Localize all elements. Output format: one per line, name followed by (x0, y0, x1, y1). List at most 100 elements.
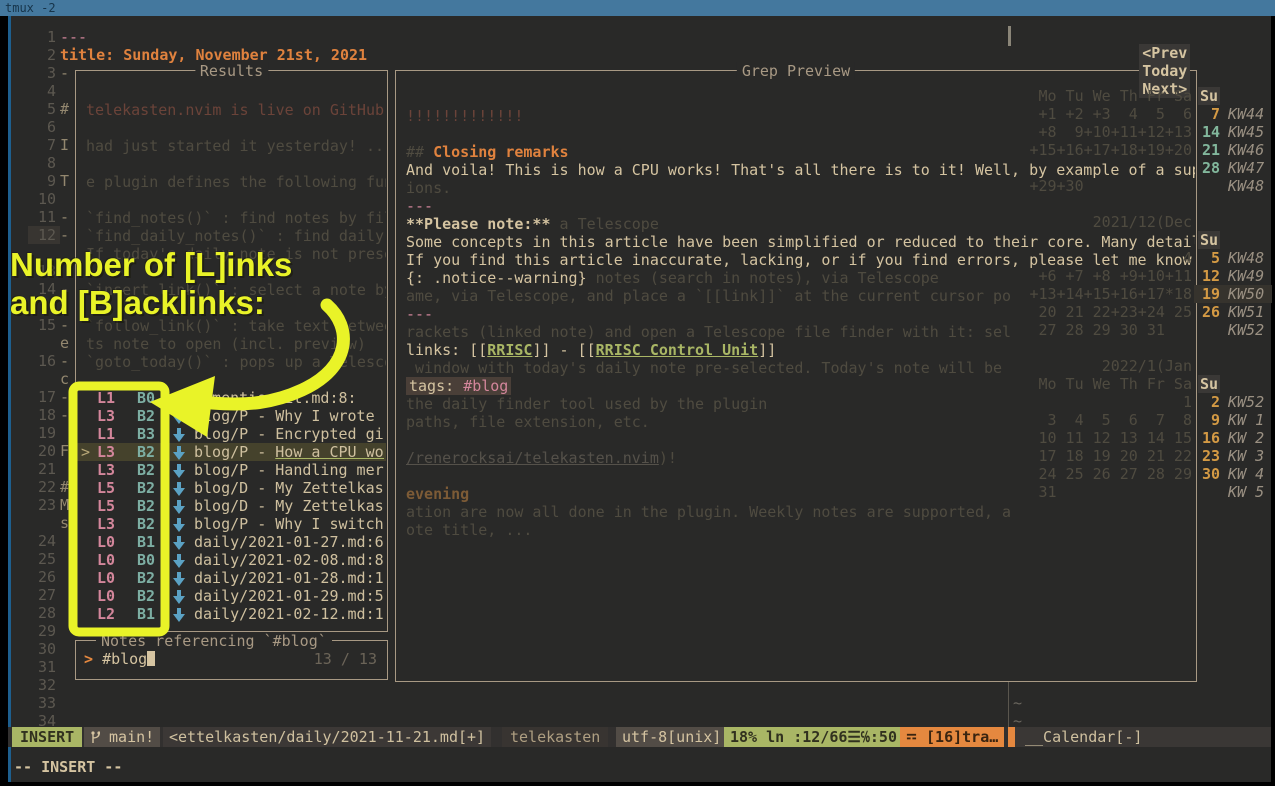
result-row[interactable]: L0B0daily/2021-02-08.md:8: (77, 551, 386, 569)
calendar-sunday-day[interactable]: 28 (1196, 159, 1220, 177)
result-path: daily/2021-01-29.md:5: (194, 587, 384, 605)
whitespace-icon (906, 728, 926, 746)
calendar-days-dim: +29+30 (1029, 177, 1192, 195)
calendar-days-dim: 31 (1029, 483, 1192, 501)
calendar-sunday-day[interactable]: 7 (1196, 105, 1220, 123)
line-number: 7 (30, 136, 56, 154)
buffer-line-frontmatter: --- (60, 28, 87, 46)
buffer-bleed-char: # (60, 478, 69, 496)
download-arrow-icon (173, 516, 185, 534)
selection-caret-icon: > (81, 443, 90, 461)
calendar-month-title: 2022/1(Jan (1102, 357, 1192, 375)
backlinks-count: B2 (137, 497, 155, 515)
backlinks-count: B1 (137, 533, 155, 551)
calendar-week-label: KW 2 (1228, 429, 1264, 447)
calendar-week-label: KW44 (1228, 105, 1264, 123)
calendar-sunday-day[interactable]: 30 (1196, 465, 1220, 483)
line-number: 31 (30, 658, 56, 676)
result-path: blog/D - My Zettelkast (194, 497, 384, 515)
preview-line: {: .notice--warning} notes (search in no… (406, 269, 939, 287)
buffer-bleed-char: s (60, 514, 69, 532)
buffer-bleed-char: I (60, 136, 69, 154)
line-number: 9 (30, 172, 56, 190)
buffer-bleed-char: - (60, 208, 69, 226)
calendar-sunday-day[interactable]: 5 (1196, 249, 1220, 267)
buffer-bleed-char: - (60, 406, 69, 424)
result-row[interactable]: L0B2daily/2021-01-29.md:5: (77, 587, 386, 605)
line-number: 4 (30, 82, 56, 100)
result-counter: 13 / 13 (314, 650, 377, 668)
result-row[interactable]: L3B2blog/P - Handling merg (77, 461, 386, 479)
position-segment: 18% ln :12/66☰℅:50 (724, 727, 903, 747)
line-number: 19 (30, 424, 56, 442)
result-row[interactable]: L3B2blog/P - Why I wrote m (77, 407, 386, 425)
result-row[interactable]: L5B2blog/D - My Zettelkast (77, 479, 386, 497)
download-arrow-icon (173, 390, 185, 408)
window-edge (8, 16, 11, 782)
backlinks-count: B2 (137, 461, 155, 479)
result-row[interactable]: L5B2blog/D - My Zettelkast (77, 497, 386, 515)
calendar-sunday-day[interactable]: 19 (1196, 285, 1220, 303)
result-row[interactable]: L1B3blog/P - Encrypted git (77, 425, 386, 443)
calendar-weekday-header: Mo Tu We Th Fr Sa (1029, 87, 1192, 105)
calendar-sunday-day[interactable]: 26 (1196, 303, 1220, 321)
search-input[interactable]: > #blog (84, 650, 155, 668)
calendar-prev-button[interactable]: <Prev (1139, 44, 1190, 62)
download-arrow-icon (173, 444, 185, 462)
calendar-sunday-day[interactable]: 9 (1196, 411, 1220, 429)
calendar-days-dim: 24 25 26 27 28 29 (1029, 465, 1192, 483)
calendar-sunday-header: Su (1198, 87, 1220, 105)
line-number: 6 (30, 118, 56, 136)
result-row[interactable]: >L3B2blog/P - How a CPU wor (77, 443, 386, 461)
preview-line: --- (406, 305, 433, 323)
backlinks-count: B1 (137, 605, 155, 623)
line-number: 26 (30, 568, 56, 586)
line-number: 22 (30, 478, 56, 496)
calendar-sunday-day[interactable]: 14 (1196, 123, 1220, 141)
prompt-title: Notes referencing `#blog` (96, 632, 332, 650)
line-number: 12 (30, 226, 56, 244)
links-count: L3 (97, 515, 115, 533)
line-number: 33 (30, 694, 56, 712)
result-row[interactable]: L1B0i mention it.md:8: (77, 389, 386, 407)
download-arrow-icon (173, 426, 185, 444)
result-row[interactable]: L0B2daily/2021-01-28.md:10 (77, 569, 386, 587)
buffer-bleed-char: - (60, 64, 69, 82)
download-arrow-icon (173, 480, 185, 498)
preview-line: ions. (406, 179, 451, 197)
calendar-days-dim: 20 21 22+23+24 25 (1029, 303, 1192, 321)
results-dim-line: If today's daily note is not prese (86, 245, 386, 263)
calendar-sunday-day[interactable]: 16 (1196, 429, 1220, 447)
buffer-bleed-char: T (60, 172, 69, 190)
result-row[interactable]: L2B1daily/2021-02-12.md:10 (77, 605, 386, 623)
buffer-bleed-char: # (60, 100, 69, 118)
calendar-sunday-day[interactable]: 2 (1196, 393, 1220, 411)
line-number: 1 (30, 28, 56, 46)
calendar-sunday-day[interactable]: 21 (1196, 141, 1220, 159)
preview-line: /renerocksai/telekasten.nvim)! (406, 449, 677, 467)
download-arrow-icon (173, 552, 185, 570)
backlinks-count: B2 (137, 407, 155, 425)
calendar-today-button[interactable]: Today (1139, 62, 1190, 80)
result-row[interactable]: L3B2blog/P - Why I switche (77, 515, 386, 533)
calendar-sunday-day[interactable]: 23 (1196, 447, 1220, 465)
backlinks-count: B2 (137, 587, 155, 605)
result-row[interactable]: L0B1daily/2021-01-27.md:6: (77, 533, 386, 551)
download-arrow-icon (173, 570, 185, 588)
download-arrow-icon (173, 408, 185, 426)
line-number: 13 (30, 262, 56, 280)
results-dim-line: `find_daily_notes()` : find daily (86, 227, 384, 245)
preview-line: rackets (linked note) and open a Telesco… (406, 323, 1011, 341)
results-dim-line: ts note to open (incl. preview) (86, 335, 366, 353)
telescope-results-panel: Results telekasten.nvim is live on GitHu… (75, 70, 388, 632)
search-query: #blog (102, 650, 147, 668)
line-number: 11 (30, 208, 56, 226)
calendar-sunday-day[interactable]: 12 (1196, 267, 1220, 285)
calendar-days-dim: 3 4 5 6 7 8 (1029, 411, 1192, 429)
preview-line: window with today's daily note pre-selec… (406, 359, 1002, 377)
terminal-screen: tmux -2 --- title: Sunday, November 21st… (0, 0, 1275, 786)
calendar-sunday-header: Su (1198, 231, 1220, 249)
line-number: 15 (30, 316, 56, 334)
calendar-week-label: KW 5 (1228, 483, 1264, 501)
buffer-bleed-char: - (60, 388, 69, 406)
